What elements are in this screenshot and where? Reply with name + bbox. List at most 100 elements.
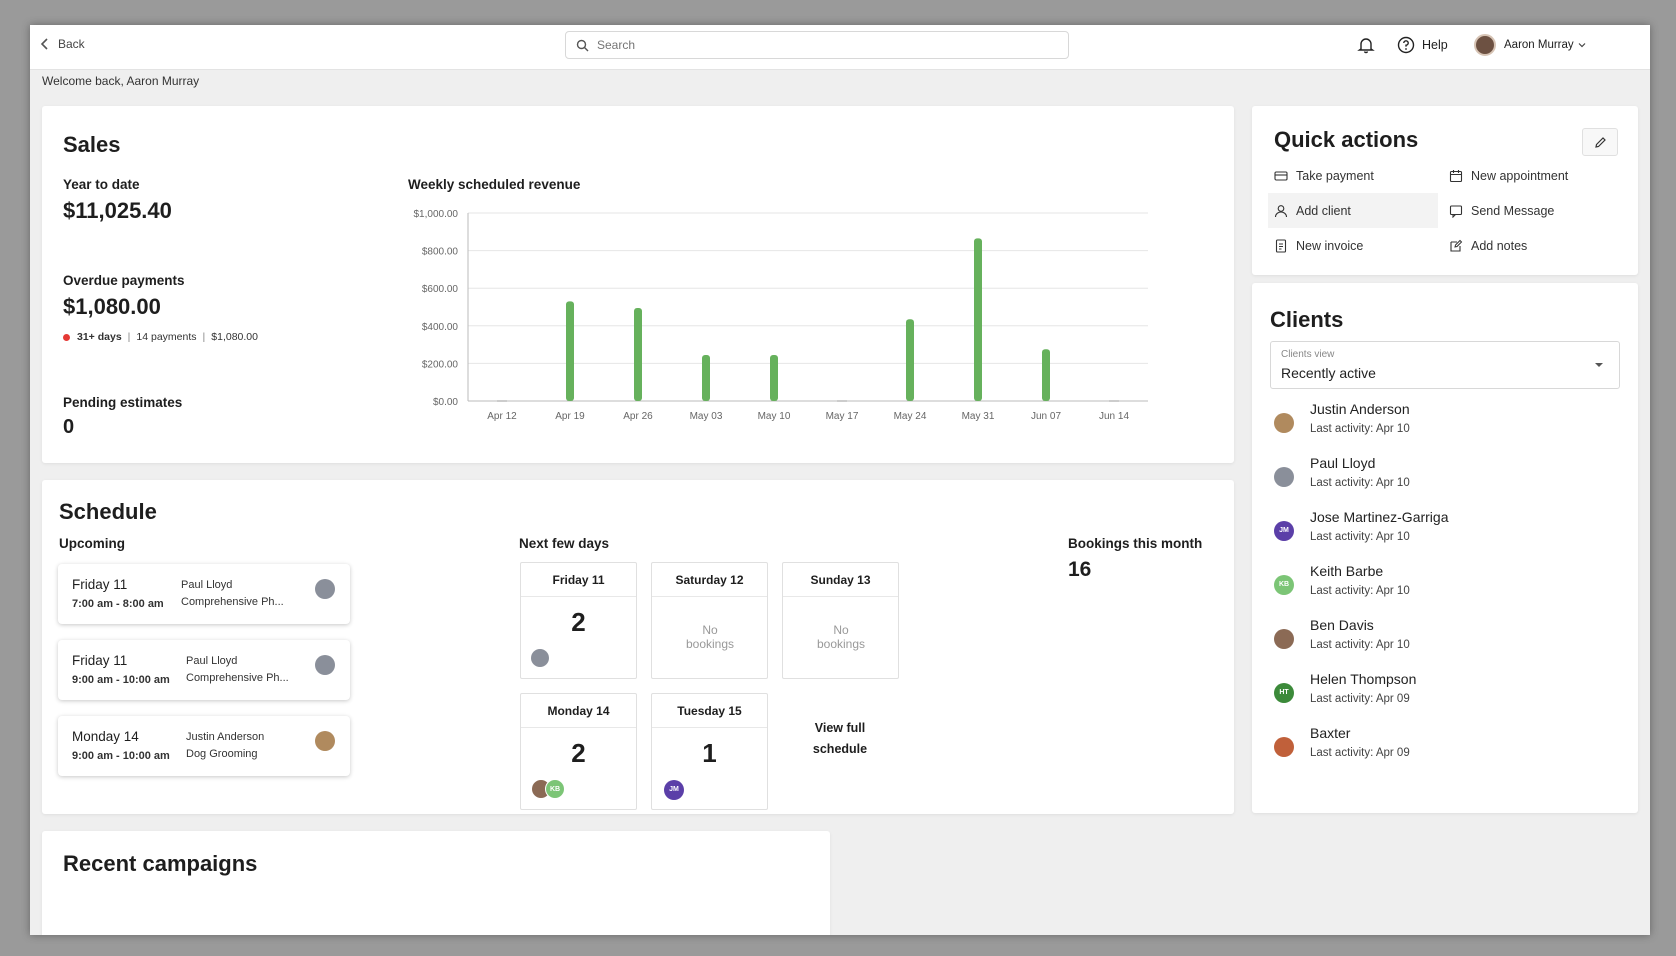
sales-title: Sales: [63, 132, 121, 157]
client-avatar: [315, 731, 335, 751]
client-last-activity: Last activity: Apr 10: [1310, 423, 1410, 435]
client-row[interactable]: Baxter Last activity: Apr 09: [1270, 725, 1610, 779]
schedule-title: Schedule: [59, 499, 157, 524]
action-label: New invoice: [1296, 238, 1364, 253]
day-card-sunday[interactable]: Sunday 13 No bookings: [782, 562, 899, 679]
ytd-value: $11,025.40: [63, 198, 172, 223]
notifications-button[interactable]: [1357, 36, 1375, 59]
client-avatar: HT: [1274, 683, 1294, 703]
help-button[interactable]: Help: [1397, 36, 1448, 54]
client-last-activity: Last activity: Apr 09: [1310, 693, 1410, 705]
client-avatar: [315, 579, 335, 599]
chart-bar: [770, 354, 778, 401]
action-label: Add client: [1296, 203, 1351, 218]
action-label: Send Message: [1471, 203, 1555, 218]
quick-actions-card: Quick actions Take payment New appointme…: [1252, 106, 1638, 275]
clients-title: Clients: [1270, 307, 1344, 332]
clients-view-select[interactable]: Clients view Recently active: [1270, 341, 1620, 389]
take-payment-action[interactable]: Take payment: [1268, 158, 1438, 193]
appointment-client: Paul Lloyd: [181, 579, 233, 591]
new-invoice-action[interactable]: New invoice: [1268, 228, 1438, 263]
pending-label: Pending estimates: [63, 395, 183, 410]
client-last-activity: Last activity: Apr 10: [1310, 585, 1410, 597]
overdue-amount: $1,080.00: [211, 331, 258, 343]
action-label: Add notes: [1471, 238, 1528, 253]
y-tick-label: $1,000.00: [414, 209, 459, 220]
client-row[interactable]: JM Jose Martinez-Garriga Last activity: Ap…: [1270, 509, 1610, 563]
client-avatar: [1274, 737, 1294, 757]
appointment-time: 7:00 am - 8:00 am: [72, 598, 164, 610]
help-icon: [1397, 36, 1415, 54]
avatar: [1474, 34, 1496, 56]
x-tick-label: May 31: [962, 411, 995, 422]
next-days-label: Next few days: [519, 536, 610, 551]
appointment-card[interactable]: Friday 11 9:00 am - 10:00 am Paul Lloyd …: [58, 640, 350, 700]
day-label: Monday 14: [521, 694, 636, 728]
x-tick-label: Apr 26: [623, 411, 653, 422]
appointment-day: Monday 14: [72, 729, 139, 744]
client-last-activity: Last activity: Apr 09: [1310, 747, 1410, 759]
appointment-card[interactable]: Monday 14 9:00 am - 10:00 am Justin Ande…: [58, 716, 350, 776]
client-name: Jose Martinez-Garriga: [1310, 509, 1449, 525]
invoice-icon: [1275, 238, 1287, 253]
client-avatar: [531, 649, 549, 667]
appointment-service: Comprehensive Ph...: [186, 672, 289, 684]
overdue-label: Overdue payments: [63, 273, 185, 288]
calendar-icon: [1449, 169, 1463, 182]
search-box[interactable]: [565, 31, 1069, 59]
client-avatar: JM: [664, 780, 684, 800]
chart-bar: [702, 354, 710, 401]
client-row[interactable]: HT Helen Thompson Last activity: Apr 09: [1270, 671, 1610, 725]
search-input[interactable]: [597, 38, 1037, 52]
client-avatar: [1274, 467, 1294, 487]
back-label: Back: [58, 37, 85, 51]
user-menu[interactable]: Aaron Murray: [1474, 34, 1587, 56]
client-avatar: [315, 655, 335, 675]
person-icon: [1274, 204, 1288, 217]
day-label: Sunday 13: [783, 563, 898, 597]
appointment-card[interactable]: Friday 11 7:00 am - 8:00 am Paul Lloyd C…: [58, 564, 350, 624]
bell-icon: [1357, 38, 1375, 54]
y-tick-label: $600.00: [422, 284, 459, 295]
app-window: Back Help Aaron Murray Welcome back, Aar…: [30, 25, 1650, 935]
client-last-activity: Last activity: Apr 10: [1310, 531, 1410, 543]
client-row[interactable]: Paul Lloyd Last activity: Apr 10: [1270, 455, 1610, 509]
pending-value: 0: [63, 416, 75, 438]
day-label: Friday 11: [521, 563, 636, 597]
day-label: Saturday 12: [652, 563, 767, 597]
client-name: Baxter: [1310, 725, 1351, 741]
separator: |: [127, 331, 131, 343]
send-message-action[interactable]: Send Message: [1443, 193, 1618, 228]
day-card-tuesday[interactable]: Tuesday 15 1 JM: [651, 693, 768, 810]
client-name: Ben Davis: [1310, 617, 1374, 633]
client-last-activity: Last activity: Apr 10: [1310, 477, 1410, 489]
client-avatar: KB: [545, 779, 565, 799]
user-name: Aaron Murray: [1504, 39, 1574, 51]
clients-card: Clients Clients view Recently active Jus…: [1252, 283, 1638, 813]
client-row[interactable]: Justin Anderson Last activity: Apr 10: [1270, 401, 1610, 455]
day-card-friday[interactable]: Friday 11 2: [520, 562, 637, 679]
new-appointment-action[interactable]: New appointment: [1443, 158, 1618, 193]
revenue-chart: $0.00 $200.00 $400.00 $600.00 $800.00 $1,000.…: [414, 209, 1148, 422]
day-count: 1: [702, 738, 717, 768]
overdue-payments: 14 payments: [136, 331, 197, 343]
clients-view-label: Clients view: [1281, 349, 1335, 360]
chart-bar: [974, 238, 982, 401]
client-row[interactable]: KB Keith Barbe Last activity: Apr 10: [1270, 563, 1610, 617]
add-notes-action[interactable]: Add notes: [1443, 228, 1618, 263]
appointment-day: Friday 11: [72, 577, 128, 592]
back-button[interactable]: Back: [38, 37, 85, 51]
view-full-schedule-link[interactable]: View full schedule: [800, 718, 880, 760]
day-card-monday[interactable]: Monday 14 2 KB: [520, 693, 637, 810]
x-tick-label: Apr 12: [487, 411, 517, 422]
x-tick-label: Jun 14: [1099, 411, 1129, 422]
x-tick-label: May 24: [894, 411, 927, 422]
client-avatar: JM: [1274, 521, 1294, 541]
edit-button[interactable]: [1582, 128, 1618, 156]
appointment-service: Comprehensive Ph...: [181, 596, 284, 608]
day-card-saturday[interactable]: Saturday 12 No bookings: [651, 562, 768, 679]
add-client-action[interactable]: Add client: [1268, 193, 1438, 228]
day-count: 2: [571, 738, 586, 768]
client-row[interactable]: Ben Davis Last activity: Apr 10: [1270, 617, 1610, 671]
client-last-activity: Last activity: Apr 10: [1310, 639, 1410, 651]
